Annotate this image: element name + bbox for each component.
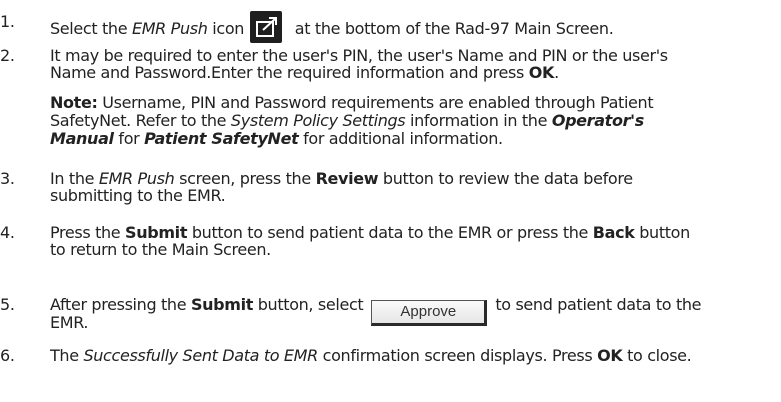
note-block: Note: Username, PIN and Password require… (50, 93, 654, 148)
step-2: 2. It may be required to enter the user'… (0, 46, 668, 82)
step-6: 6. The Successfully Sent Data to EMR con… (0, 346, 692, 365)
instruction-list: 1. Select the EMR Push icon at the botto… (0, 0, 781, 402)
step-number: 4. (0, 223, 15, 242)
step-number: 1. (0, 12, 15, 31)
step-number: 2. (0, 46, 15, 65)
step-1: 1. Select the EMR Push icon at the botto… (0, 11, 781, 43)
step-number: 6. (0, 346, 15, 365)
emr-push-icon (250, 11, 283, 43)
step-number: 5. (0, 295, 15, 314)
step-5: 5. After pressing the Submit button, sel… (0, 295, 702, 332)
step-3: 3. In the EMR Push screen, press the Rev… (0, 169, 633, 205)
step-number: 3. (0, 169, 15, 188)
step-4: 4. Press the Submit button to send patie… (0, 223, 690, 259)
